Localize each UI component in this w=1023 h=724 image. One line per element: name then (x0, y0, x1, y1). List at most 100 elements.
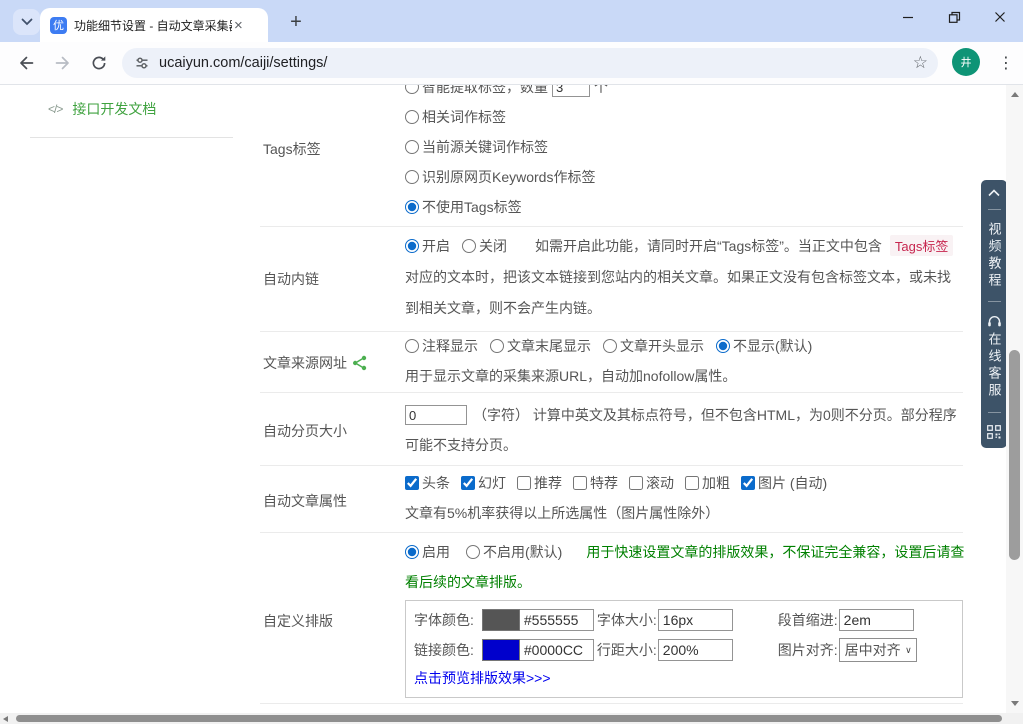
checkbox-option-headline[interactable]: 头条 (405, 473, 450, 493)
autolink-on-radio[interactable] (405, 239, 419, 253)
no-tags-radio[interactable] (405, 200, 419, 214)
tab-search-button[interactable] (13, 9, 40, 35)
radio-option-related-words[interactable]: 相关词作标签 (405, 107, 506, 127)
radio-option-article-start[interactable]: 文章开头显示 (603, 336, 704, 356)
special-checkbox[interactable] (573, 476, 587, 490)
reload-icon (90, 54, 108, 72)
vertical-scrollbar[interactable] (1006, 85, 1023, 713)
qr-code-icon[interactable] (987, 425, 1001, 439)
source-keywords-radio[interactable] (405, 140, 419, 154)
radio-option-typo-disable[interactable]: 不启用(默认) (466, 542, 562, 562)
row-divider (260, 703, 963, 704)
url-text[interactable]: ucaiyun.com/caiji/settings/ (159, 55, 913, 71)
scroll-up-arrow[interactable] (1011, 92, 1019, 97)
image-align-value: 居中对齐 (845, 640, 901, 660)
reload-button[interactable] (85, 49, 113, 77)
line-height-input[interactable] (658, 639, 733, 661)
floating-side-toolbar: 视频教程 在线客服 (981, 180, 1007, 448)
radio-option-article-end[interactable]: 文章末尾显示 (490, 336, 591, 356)
tab-strip: 优 功能细节设置 - 自动文章采集器 × + (0, 0, 1023, 42)
scroll-left-arrow[interactable] (3, 716, 8, 722)
page-keywords-radio[interactable] (405, 170, 419, 184)
scroll-down-arrow[interactable] (1011, 701, 1019, 706)
sidebar-item-api-docs[interactable]: </> 接口开发文档 (48, 99, 156, 119)
radio-option-typo-enable[interactable]: 启用 (405, 542, 450, 562)
headset-icon (987, 314, 1002, 328)
restore-button[interactable] (931, 0, 977, 34)
horizontal-scrollbar[interactable] (0, 713, 1006, 724)
related-words-radio[interactable] (405, 110, 419, 124)
radio-option-comment-show[interactable]: 注释显示 (405, 336, 478, 356)
indent-input[interactable] (839, 609, 914, 631)
typography-row-1: 字体颜色: 字体大小: 段首缩进: (406, 605, 962, 635)
video-tutorial-link[interactable]: 视频教程 (985, 222, 1004, 290)
link-color-swatch[interactable] (482, 639, 520, 661)
vertical-scrollbar-thumb[interactable] (1009, 350, 1020, 560)
browser-menu-icon[interactable]: ⋮ (994, 49, 1018, 77)
back-button[interactable] (12, 49, 40, 77)
bold-checkbox[interactable] (685, 476, 699, 490)
radio-option-autolink-off[interactable]: 关闭 (462, 236, 507, 256)
article-end-radio[interactable] (490, 339, 504, 353)
sidebar-doc-link-label: 接口开发文档 (72, 99, 156, 119)
no-show-radio[interactable] (716, 339, 730, 353)
checkbox-option-scroll[interactable]: 滚动 (629, 473, 674, 493)
browser-toolbar: ucaiyun.com/caiji/settings/ ☆ 井 ⋮ (0, 42, 1023, 85)
radio-option-source-keywords[interactable]: 当前源关键词作标签 (405, 137, 548, 157)
minimize-button[interactable] (885, 0, 931, 34)
tab-close-icon[interactable]: × (234, 18, 243, 33)
comment-show-radio[interactable] (405, 339, 419, 353)
row-divider (260, 226, 963, 227)
font-size-input[interactable] (658, 609, 733, 631)
checkbox-label: 滚动 (646, 473, 674, 493)
font-size-label: 字体大小: (597, 610, 657, 630)
forward-icon (54, 54, 72, 72)
checkbox-option-image-auto[interactable]: 图片 (自动) (741, 473, 827, 493)
checkbox-option-recommend[interactable]: 推荐 (517, 473, 562, 493)
article-start-radio[interactable] (603, 339, 617, 353)
online-service-link[interactable]: 在线客服 (985, 314, 1004, 400)
preview-typography-link[interactable]: 点击预览排版效果>>> (414, 668, 551, 688)
radio-option-page-keywords[interactable]: 识别原网页Keywords作标签 (405, 167, 595, 187)
checkbox-option-slide[interactable]: 幻灯 (461, 473, 506, 493)
site-info-icon[interactable] (134, 55, 150, 71)
headline-checkbox[interactable] (405, 476, 419, 490)
online-service-label: 在线客服 (985, 332, 1004, 400)
radio-label: 不显示(默认) (733, 336, 812, 356)
image-auto-checkbox[interactable] (741, 476, 755, 490)
row-label-autolink: 自动内链 (263, 269, 319, 289)
image-align-select[interactable]: 居中对齐 ∨ (839, 638, 917, 662)
radio-option-no-tags[interactable]: 不使用Tags标签 (405, 197, 522, 217)
autolink-off-radio[interactable] (462, 239, 476, 253)
close-window-button[interactable] (977, 0, 1023, 34)
checkbox-option-special[interactable]: 特荐 (573, 473, 618, 493)
back-to-top-icon[interactable] (987, 189, 1001, 197)
bookmark-star-icon[interactable]: ☆ (913, 53, 928, 73)
link-color-input[interactable] (520, 639, 594, 661)
typo-disable-radio[interactable] (466, 545, 480, 559)
radio-option-no-show[interactable]: 不显示(默认) (716, 336, 812, 356)
checkbox-option-bold[interactable]: 加粗 (685, 473, 730, 493)
row-divider (260, 532, 963, 533)
slide-checkbox[interactable] (461, 476, 475, 490)
profile-avatar[interactable]: 井 (952, 48, 980, 76)
font-color-input[interactable] (520, 609, 594, 631)
new-tab-button[interactable]: + (283, 9, 309, 35)
font-color-label: 字体颜色: (414, 610, 474, 630)
font-color-swatch[interactable] (482, 609, 520, 631)
row-divider (260, 465, 963, 466)
scroll-checkbox[interactable] (629, 476, 643, 490)
horizontal-scrollbar-thumb[interactable] (16, 715, 1002, 722)
pagination-size-input[interactable] (405, 405, 467, 425)
typography-row-2: 链接颜色: 行距大小: 图片对齐: 居中对齐 ∨ (406, 635, 962, 665)
typo-enable-radio[interactable] (405, 545, 419, 559)
attributes-desc: 文章有5%机率获得以上所选属性（图片属性除外） (405, 503, 719, 523)
window-controls (885, 0, 1023, 34)
radio-option-autolink-on[interactable]: 开启 (405, 236, 450, 256)
pagination-desc: 可能不支持分页。 (405, 435, 517, 455)
url-bar[interactable]: ucaiyun.com/caiji/settings/ ☆ (122, 48, 938, 78)
recommend-checkbox[interactable] (517, 476, 531, 490)
checkbox-label: 图片 (自动) (758, 473, 827, 493)
active-tab[interactable]: 优 功能细节设置 - 自动文章采集器 × (40, 8, 268, 42)
forward-button[interactable] (49, 49, 77, 77)
